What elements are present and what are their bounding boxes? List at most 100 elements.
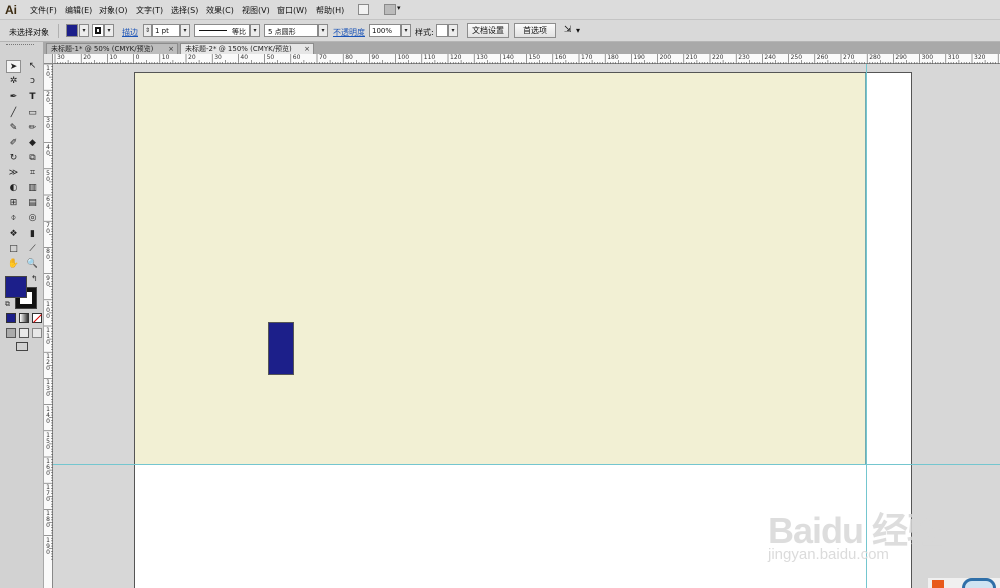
- hand-tool-icon[interactable]: ✋: [6, 258, 21, 271]
- ruler-label: 290: [895, 54, 907, 61]
- background-rectangle[interactable]: [135, 73, 866, 465]
- gradient-mode-icon[interactable]: [19, 313, 29, 323]
- graphic-style-swatch[interactable]: [436, 24, 448, 37]
- ruler-label: 20: [188, 54, 196, 61]
- control-menu-icon[interactable]: ▾: [576, 26, 580, 35]
- profile-dropdown[interactable]: ▾: [250, 24, 260, 37]
- stroke-weight-stepper[interactable]: ⇕: [143, 24, 152, 37]
- document-setup-button[interactable]: 文档设置: [467, 23, 509, 38]
- panel-grip[interactable]: [6, 44, 34, 46]
- stroke-dropdown[interactable]: ▾: [104, 24, 114, 37]
- ruler-label: 1 0: [46, 65, 50, 78]
- bridge-icon[interactable]: [358, 4, 369, 15]
- zoom-tool-icon[interactable]: 🔍: [25, 258, 40, 271]
- ruler-label: 130: [476, 54, 488, 61]
- arrange-documents-icon[interactable]: [384, 4, 396, 15]
- horizontal-ruler[interactable]: 30 20 10 0 10 20 30 40 50 60 70 80 90 100 110 120 130 140…: [53, 54, 1000, 64]
- mesh-tool-icon[interactable]: ⊞: [6, 197, 21, 210]
- shape-builder-tool-icon[interactable]: ◐: [6, 182, 21, 195]
- type-tool-icon[interactable]: T: [25, 91, 40, 104]
- opacity-dropdown[interactable]: ▾: [401, 24, 411, 37]
- ruler-origin[interactable]: [44, 54, 53, 64]
- ruler-label: 1 0 0: [46, 300, 50, 320]
- selection-tool-icon[interactable]: ➤: [6, 60, 21, 73]
- artboard-tool-icon[interactable]: □: [6, 243, 21, 256]
- menu-effect[interactable]: 效果(C): [206, 5, 234, 16]
- menu-type[interactable]: 文字(T): [136, 5, 163, 16]
- vertical-ruler-ticks: [44, 64, 53, 560]
- horizontal-guide[interactable]: [53, 464, 1000, 465]
- menu-object[interactable]: 对象(O): [99, 5, 128, 16]
- menu-select[interactable]: 选择(S): [171, 5, 198, 16]
- draw-normal-icon[interactable]: [6, 328, 16, 338]
- scale-tool-icon[interactable]: ⧉: [25, 152, 40, 165]
- ruler-label: 190: [633, 54, 645, 61]
- menu-help[interactable]: 帮助(H): [316, 5, 344, 16]
- pen-tool-icon[interactable]: ✒: [6, 91, 21, 104]
- width-tool-icon[interactable]: ≫: [6, 167, 21, 180]
- lasso-tool-icon[interactable]: ↄ: [25, 75, 40, 88]
- stroke-weight-dropdown[interactable]: ▾: [180, 24, 190, 37]
- circle-logo-icon: [962, 578, 996, 588]
- tab-document-1[interactable]: 未标题-1* @ 50% (CMYK/预览) ×: [46, 43, 178, 54]
- arrange-icon[interactable]: ⇲: [564, 25, 572, 35]
- opacity-panel-link[interactable]: 不透明度: [333, 27, 365, 38]
- ruler-label: 80: [345, 54, 353, 61]
- direct-selection-tool-icon[interactable]: ↖: [25, 60, 40, 73]
- brush-dropdown[interactable]: ▾: [318, 24, 328, 37]
- eyedropper-tool-icon[interactable]: ⌽: [6, 212, 21, 225]
- gradient-tool-icon[interactable]: ▤: [25, 197, 40, 210]
- corner-badge: [928, 578, 1000, 588]
- eraser-tool-icon[interactable]: ◆: [25, 137, 40, 150]
- symbol-sprayer-tool-icon[interactable]: ❖: [6, 228, 21, 241]
- draw-inside-icon[interactable]: [32, 328, 42, 338]
- fill-color-box[interactable]: [5, 276, 27, 298]
- fill-dropdown[interactable]: ▾: [79, 24, 89, 37]
- stroke-panel-link[interactable]: 描边: [122, 27, 138, 38]
- ruler-label: 200: [659, 54, 672, 61]
- blob-brush-tool-icon[interactable]: ✐: [6, 137, 21, 150]
- none-mode-icon[interactable]: [32, 313, 42, 323]
- ruler-label: 150: [528, 54, 541, 61]
- fill-color-swatch[interactable]: [66, 24, 78, 37]
- swap-fill-stroke-icon[interactable]: ↰: [31, 274, 38, 283]
- menu-view[interactable]: 视图(V): [242, 5, 270, 16]
- rectangle-tool-icon[interactable]: ▭: [25, 107, 40, 120]
- column-graph-tool-icon[interactable]: ▮: [25, 228, 40, 241]
- rotate-tool-icon[interactable]: ↻: [6, 152, 21, 165]
- arrange-dropdown-icon[interactable]: ▾: [397, 4, 401, 12]
- paintbrush-tool-icon[interactable]: ✎: [6, 122, 21, 135]
- ruler-label: 20: [83, 54, 91, 61]
- stroke-color-swatch[interactable]: [92, 24, 104, 37]
- blue-rectangle[interactable]: [268, 322, 294, 375]
- ruler-label: 210: [685, 54, 698, 61]
- menu-file[interactable]: 文件(F): [30, 5, 57, 16]
- ruler-label: 2 0: [46, 91, 50, 105]
- menu-edit[interactable]: 编辑(E): [65, 5, 92, 16]
- pencil-tool-icon[interactable]: ✏: [25, 122, 40, 135]
- ruler-label: 50: [266, 54, 275, 61]
- slice-tool-icon[interactable]: ⟋: [25, 243, 40, 256]
- free-transform-tool-icon[interactable]: ⌗: [25, 167, 40, 180]
- preferences-button[interactable]: 首选项: [514, 23, 556, 38]
- draw-behind-icon[interactable]: [19, 328, 29, 338]
- ruler-label: 70: [319, 54, 327, 61]
- ruler-label: 9 0: [46, 274, 50, 288]
- ruler-label: 1 1 0: [46, 327, 50, 346]
- ruler-label: 90: [371, 54, 380, 61]
- blend-tool-icon[interactable]: ◎: [25, 212, 40, 225]
- graphic-style-dropdown[interactable]: ▾: [448, 24, 458, 37]
- screen-mode-icon[interactable]: [16, 342, 28, 351]
- menu-window[interactable]: 窗口(W): [277, 5, 307, 16]
- magic-wand-tool-icon[interactable]: ✲: [6, 75, 21, 88]
- line-segment-tool-icon[interactable]: ╱: [6, 107, 21, 120]
- separator: [58, 24, 59, 38]
- default-fill-stroke-icon[interactable]: ⧉: [5, 300, 10, 309]
- perspective-grid-tool-icon[interactable]: ▥: [25, 182, 40, 195]
- ruler-label: 110: [423, 54, 436, 61]
- tab-document-2[interactable]: 未标题-2* @ 150% (CMYK/预览) ×: [180, 43, 314, 54]
- profile-label: 等比: [232, 28, 246, 36]
- ruler-label: 250: [790, 54, 803, 61]
- color-mode-icon[interactable]: [6, 313, 16, 323]
- vertical-ruler[interactable]: 1 0 2 0 3 0 4 0 5 0 6 0 7 0 8 0 9 0 1 0 0 1 1 0 1 2…: [44, 64, 53, 588]
